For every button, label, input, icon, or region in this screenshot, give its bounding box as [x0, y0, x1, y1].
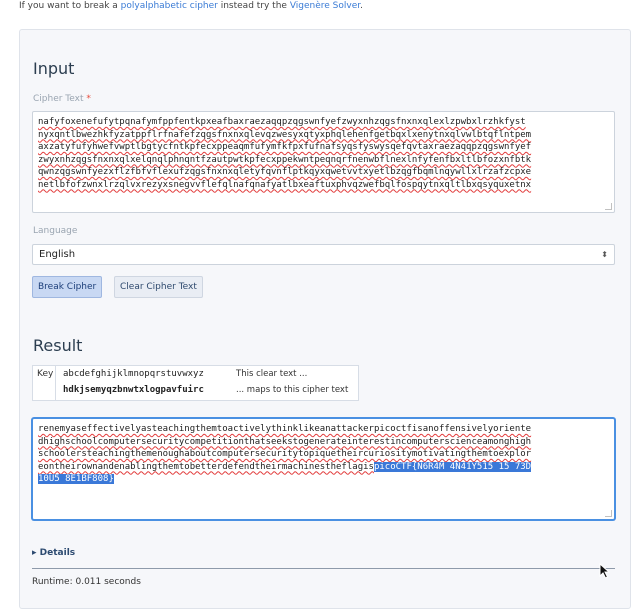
resize-grip-icon[interactable]	[605, 203, 612, 210]
language-selected-value: English	[39, 249, 76, 260]
cipher-text-label: Cipher Text *	[33, 94, 91, 104]
solver-panel: Input Cipher Text * nafyfoxenefufytpqnaf…	[19, 29, 631, 609]
caret-right-icon: ▸	[32, 548, 37, 558]
flag-selected-text-end[interactable]: 10U5 8E1BF808}	[38, 474, 114, 484]
result-line: dhighschoolcomputersecuritycompetitionth…	[38, 436, 532, 447]
runtime-text: Runtime: 0.011 seconds	[32, 577, 141, 587]
language-select[interactable]: English ⬍	[32, 244, 615, 265]
break-cipher-button[interactable]: Break Cipher	[32, 276, 103, 298]
cipher-line: zwyxnhzqgsfnxnxqlxelqnqlphnqntfzautpwtkp…	[38, 154, 532, 165]
resize-grip-icon[interactable]	[605, 510, 612, 517]
divider	[32, 568, 615, 569]
cipher-line: nyxqntlbwezhkfyzatppflrfnafefzqgsfnxnxql…	[38, 129, 532, 140]
intro-suffix: .	[360, 1, 364, 11]
cipher-line: qwnzqgswnfyezxflzfbfvflexufzqgsfnxnxqlet…	[38, 167, 532, 177]
key-table: Key abcdefghijklmnopqrstuvwxyz hdkjsemyq…	[32, 365, 359, 401]
required-mark: *	[86, 94, 91, 104]
intro-text: If you want to break a polyalphabetic ci…	[19, 0, 363, 12]
cipher-alphabet: hdkjsemyqzbnwtxlogpavfuirc	[63, 385, 204, 395]
cipher-note: ... maps to this cipher text	[236, 385, 349, 395]
language-label: Language	[33, 226, 78, 236]
cipher-text-label-text: Cipher Text	[33, 94, 84, 104]
plain-alphabet: abcdefghijklmnopqrstuvwxyz	[63, 369, 204, 379]
input-heading: Input	[33, 59, 75, 78]
cipher-text-input[interactable]: nafyfoxenefufytpqnafymfppfentkpxeafbaxra…	[32, 111, 615, 213]
clear-cipher-text-button[interactable]: Clear Cipher Text	[114, 276, 203, 298]
flag-selected-text[interactable]: picoCTF{N6R4M 4N41Y515 15 73D	[373, 461, 532, 472]
cipher-line: axzatyfufyhwefvwptlbgtycfntkpfecxppeaqmf…	[38, 142, 532, 152]
intro-prefix: If you want to break a	[19, 1, 121, 11]
intro-middle: instead try the	[217, 1, 290, 11]
cipher-line: netlbfofzwnxlrzqlvxrezyxsnegvvflefqlnafq…	[38, 179, 532, 190]
details-toggle[interactable]: ▸ Details	[32, 548, 75, 558]
mouse-pointer-icon	[599, 563, 611, 579]
cipher-line: nafyfoxenefufytpqnafymfppfentkpxeafbaxra…	[38, 117, 526, 127]
updown-arrow-icon: ⬍	[601, 250, 608, 259]
result-line: renemyaseffectivelyasteachingthemtoactiv…	[38, 424, 532, 434]
result-line-flag-end: 10U5 8E1BF808}	[38, 473, 609, 486]
details-label: Details	[39, 548, 76, 558]
result-line: schoolersteachingthemenoughaboutcomputer…	[38, 449, 532, 459]
key-label: Key	[33, 366, 56, 400]
result-line: eontheirownandenablingthemtobetterdefend…	[38, 461, 374, 472]
plain-note: This clear text ...	[236, 369, 308, 379]
result-heading: Result	[33, 336, 83, 355]
result-textarea[interactable]: renemyaseffectivelyasteachingthemtoactiv…	[32, 418, 615, 520]
vigenere-solver-link[interactable]: Vigenère Solver	[290, 1, 360, 11]
result-line-with-flag: eontheirownandenablingthemtobetterdefend…	[38, 461, 609, 474]
polyalphabetic-cipher-link[interactable]: polyalphabetic cipher	[121, 1, 218, 11]
